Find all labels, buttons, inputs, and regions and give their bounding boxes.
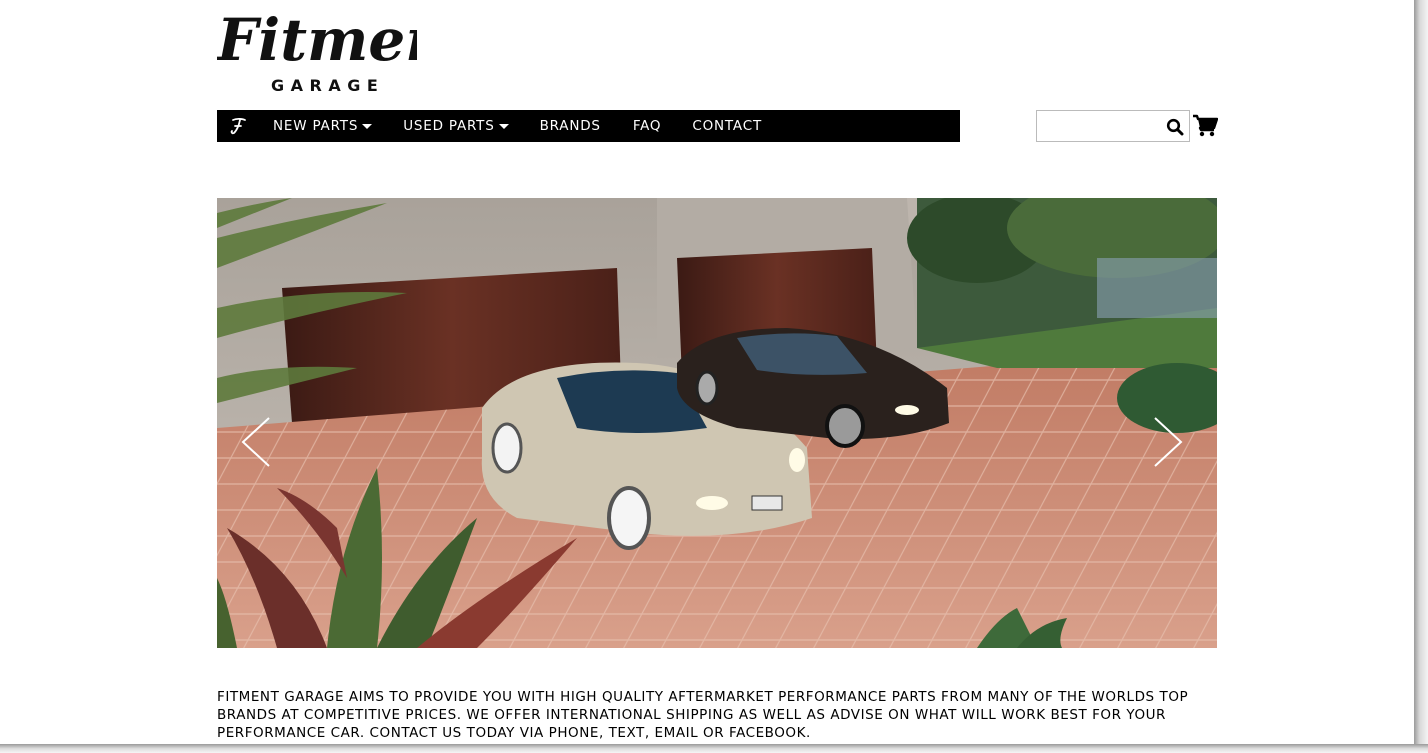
search-icon[interactable] [1166, 118, 1184, 136]
search-box [1036, 110, 1190, 142]
carousel-prev-icon[interactable] [239, 416, 273, 468]
caret-down-icon [498, 123, 509, 129]
nav-brands[interactable]: BRANDS [540, 110, 601, 142]
hero-carousel[interactable] [217, 198, 1217, 648]
svg-text:Fitment: Fitment [217, 8, 417, 68]
window-shadow-bottom [0, 744, 1428, 753]
carousel-next-icon[interactable] [1151, 416, 1185, 468]
fitment-f-icon [230, 117, 246, 135]
hero-image [217, 198, 1217, 648]
nav-home-icon[interactable] [221, 110, 255, 142]
window-shadow-right [1414, 0, 1428, 753]
site-logo[interactable]: Fitment GARAGE [217, 8, 417, 95]
intro-text: FITMENT GARAGE AIMS TO PROVIDE YOU WITH … [217, 689, 1189, 741]
nav-new-parts-label: NEW PARTS [273, 118, 359, 134]
logo-script: Fitment [217, 8, 417, 68]
nav-faq[interactable]: FAQ [633, 110, 662, 142]
cart-icon[interactable] [1193, 114, 1218, 137]
main-nav: NEW PARTS USED PARTS BRANDS FAQ CONTACT [217, 110, 960, 142]
nav-used-parts[interactable]: USED PARTS [403, 110, 509, 142]
search-input[interactable] [1037, 111, 1161, 141]
logo-subtitle: GARAGE [271, 76, 385, 95]
nav-contact[interactable]: CONTACT [692, 110, 762, 142]
caret-down-icon [362, 123, 373, 129]
nav-used-parts-label: USED PARTS [403, 118, 495, 134]
nav-new-parts[interactable]: NEW PARTS [273, 110, 373, 142]
